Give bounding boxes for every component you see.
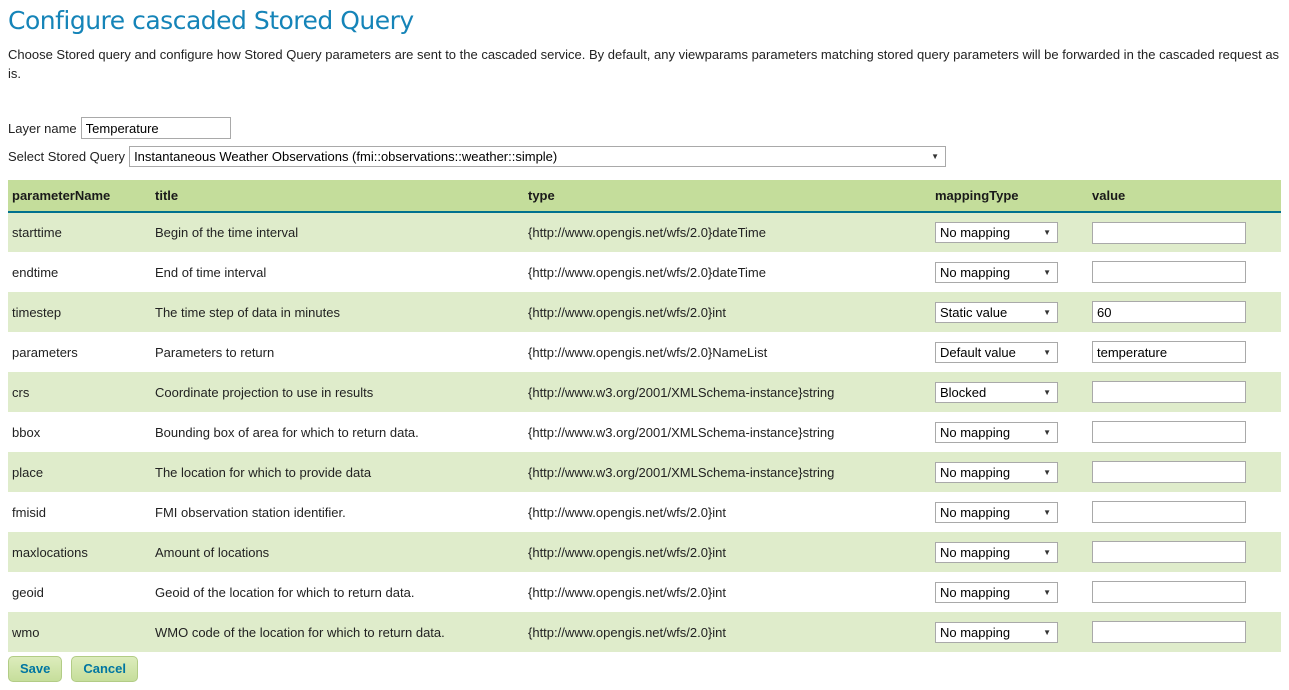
- value-input[interactable]: [1092, 501, 1246, 523]
- chevron-down-icon: ▼: [1043, 468, 1051, 477]
- stored-query-select[interactable]: Instantaneous Weather Observations (fmi:…: [129, 146, 946, 167]
- layer-name-row: Layer name: [8, 117, 1281, 139]
- value-input[interactable]: [1092, 621, 1246, 643]
- mapping-type-select[interactable]: Static value ▼: [935, 302, 1058, 323]
- mapping-type-select[interactable]: No mapping ▼: [935, 262, 1058, 283]
- chevron-down-icon: ▼: [1043, 588, 1051, 597]
- header-type: type: [524, 180, 931, 212]
- table-row-crs: crs Coordinate projection to use in resu…: [8, 372, 1281, 412]
- table-row-bbox: bbox Bounding box of area for which to r…: [8, 412, 1281, 452]
- value-input[interactable]: [1092, 421, 1246, 443]
- mapping-type-select[interactable]: No mapping ▼: [935, 462, 1058, 483]
- mapping-type-select[interactable]: No mapping ▼: [935, 222, 1058, 243]
- param-title: Geoid of the location for which to retur…: [151, 572, 524, 612]
- param-type: {http://www.w3.org/2001/XMLSchema-instan…: [524, 412, 931, 452]
- param-title: Begin of the time interval: [151, 212, 524, 252]
- param-type: {http://www.opengis.net/wfs/2.0}int: [524, 612, 931, 652]
- chevron-down-icon: ▼: [1043, 628, 1051, 637]
- param-name: bbox: [8, 412, 151, 452]
- layer-name-input[interactable]: [81, 117, 231, 139]
- table-row-place: place The location for which to provide …: [8, 452, 1281, 492]
- layer-name-label: Layer name: [8, 121, 77, 136]
- chevron-down-icon: ▼: [1043, 428, 1051, 437]
- value-input[interactable]: [1092, 301, 1246, 323]
- mapping-type-select[interactable]: No mapping ▼: [935, 422, 1058, 443]
- stored-query-label: Select Stored Query: [8, 149, 125, 164]
- param-title: The location for which to provide data: [151, 452, 524, 492]
- parameters-table: parameterName title type mappingType val…: [8, 180, 1281, 652]
- value-input[interactable]: [1092, 581, 1246, 603]
- param-name: timestep: [8, 292, 151, 332]
- stored-query-row: Select Stored Query Instantaneous Weathe…: [8, 146, 1281, 167]
- cancel-button[interactable]: Cancel: [71, 656, 138, 682]
- mapping-type-select[interactable]: No mapping ▼: [935, 502, 1058, 523]
- chevron-down-icon: ▼: [931, 152, 939, 161]
- param-title: WMO code of the location for which to re…: [151, 612, 524, 652]
- page-title: Configure cascaded Stored Query: [8, 6, 1281, 35]
- param-name: endtime: [8, 252, 151, 292]
- param-name: fmisid: [8, 492, 151, 532]
- value-input[interactable]: [1092, 541, 1246, 563]
- param-name: parameters: [8, 332, 151, 372]
- param-type: {http://www.opengis.net/wfs/2.0}dateTime: [524, 212, 931, 252]
- page-description: Choose Stored query and configure how St…: [8, 45, 1281, 83]
- chevron-down-icon: ▼: [1043, 348, 1051, 357]
- chevron-down-icon: ▼: [1043, 548, 1051, 557]
- value-input[interactable]: [1092, 341, 1246, 363]
- chevron-down-icon: ▼: [1043, 508, 1051, 517]
- mapping-type-select[interactable]: Default value ▼: [935, 342, 1058, 363]
- param-title: Amount of locations: [151, 532, 524, 572]
- form-actions: Save Cancel: [8, 656, 1281, 682]
- table-row-geoid: geoid Geoid of the location for which to…: [8, 572, 1281, 612]
- table-row-starttime: starttime Begin of the time interval {ht…: [8, 212, 1281, 252]
- page: Configure cascaded Stored Query Choose S…: [0, 0, 1289, 690]
- param-name: crs: [8, 372, 151, 412]
- stored-query-form: Layer name Select Stored Query Instantan…: [8, 117, 1281, 167]
- param-type: {http://www.opengis.net/wfs/2.0}int: [524, 292, 931, 332]
- param-type: {http://www.opengis.net/wfs/2.0}int: [524, 532, 931, 572]
- param-title: Bounding box of area for which to return…: [151, 412, 524, 452]
- save-button[interactable]: Save: [8, 656, 62, 682]
- table-row-timestep: timestep The time step of data in minute…: [8, 292, 1281, 332]
- table-row-parameters: parameters Parameters to return {http://…: [8, 332, 1281, 372]
- param-type: {http://www.w3.org/2001/XMLSchema-instan…: [524, 452, 931, 492]
- chevron-down-icon: ▼: [1043, 308, 1051, 317]
- header-parameter-name: parameterName: [8, 180, 151, 212]
- param-type: {http://www.opengis.net/wfs/2.0}int: [524, 572, 931, 612]
- table-row-endtime: endtime End of time interval {http://www…: [8, 252, 1281, 292]
- param-title: FMI observation station identifier.: [151, 492, 524, 532]
- param-name: starttime: [8, 212, 151, 252]
- param-name: place: [8, 452, 151, 492]
- param-name: maxlocations: [8, 532, 151, 572]
- chevron-down-icon: ▼: [1043, 388, 1051, 397]
- parameters-table-header: parameterName title type mappingType val…: [8, 180, 1281, 212]
- stored-query-selected-option: Instantaneous Weather Observations (fmi:…: [134, 149, 557, 164]
- header-value: value: [1088, 180, 1281, 212]
- value-input[interactable]: [1092, 381, 1246, 403]
- param-title: Coordinate projection to use in results: [151, 372, 524, 412]
- param-title: Parameters to return: [151, 332, 524, 372]
- param-type: {http://www.w3.org/2001/XMLSchema-instan…: [524, 372, 931, 412]
- param-title: End of time interval: [151, 252, 524, 292]
- mapping-type-select[interactable]: No mapping ▼: [935, 542, 1058, 563]
- param-name: geoid: [8, 572, 151, 612]
- param-type: {http://www.opengis.net/wfs/2.0}NameList: [524, 332, 931, 372]
- value-input[interactable]: [1092, 222, 1246, 244]
- chevron-down-icon: ▼: [1043, 228, 1051, 237]
- table-row-maxlocations: maxlocations Amount of locations {http:/…: [8, 532, 1281, 572]
- mapping-type-select[interactable]: Blocked ▼: [935, 382, 1058, 403]
- value-input[interactable]: [1092, 261, 1246, 283]
- chevron-down-icon: ▼: [1043, 268, 1051, 277]
- table-row-wmo: wmo WMO code of the location for which t…: [8, 612, 1281, 652]
- value-input[interactable]: [1092, 461, 1246, 483]
- header-title: title: [151, 180, 524, 212]
- param-title: The time step of data in minutes: [151, 292, 524, 332]
- param-type: {http://www.opengis.net/wfs/2.0}int: [524, 492, 931, 532]
- header-mapping-type: mappingType: [931, 180, 1088, 212]
- mapping-type-select[interactable]: No mapping ▼: [935, 622, 1058, 643]
- table-row-fmisid: fmisid FMI observation station identifie…: [8, 492, 1281, 532]
- param-name: wmo: [8, 612, 151, 652]
- param-type: {http://www.opengis.net/wfs/2.0}dateTime: [524, 252, 931, 292]
- mapping-type-select[interactable]: No mapping ▼: [935, 582, 1058, 603]
